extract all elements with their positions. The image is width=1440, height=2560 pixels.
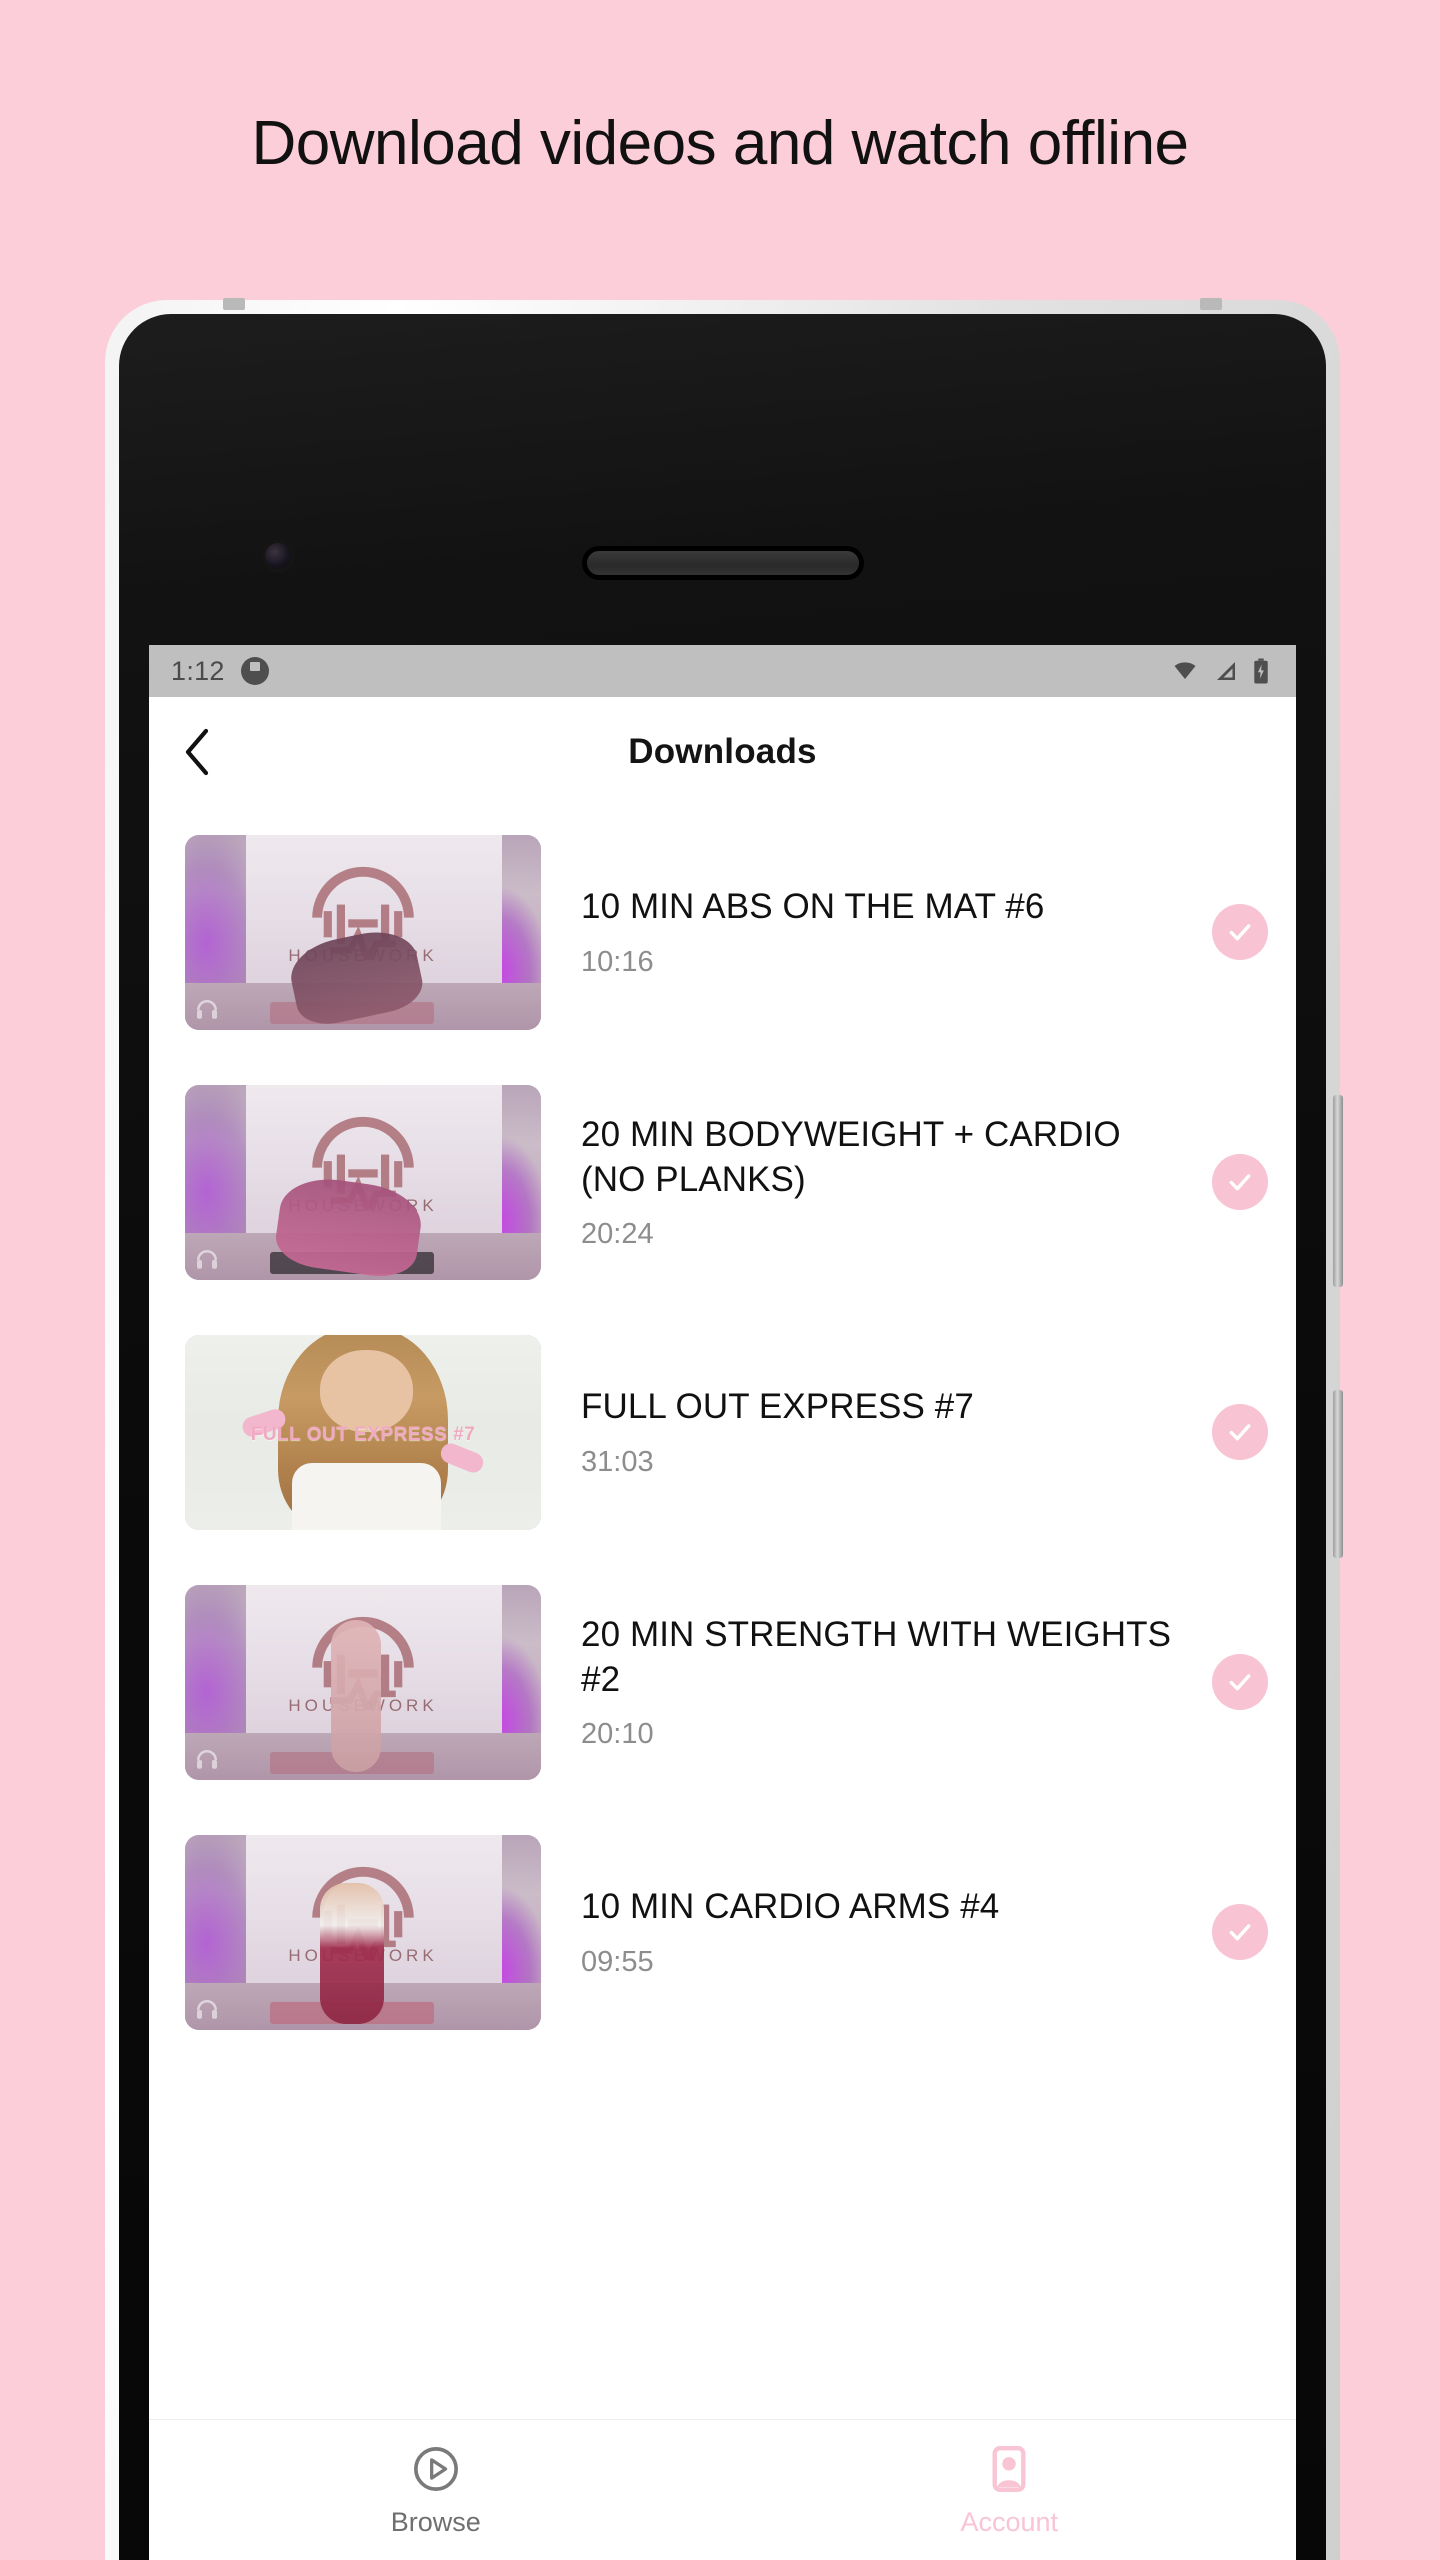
status-bar: 1:12 <box>149 645 1296 697</box>
video-duration: 20:24 <box>581 1218 654 1251</box>
page-title: Download videos and watch offline <box>251 109 1189 178</box>
video-title: FULL OUT EXPRESS #7 <box>581 1387 974 1427</box>
tab-account-label: Account <box>960 2507 1059 2537</box>
video-thumbnail[interactable]: HOUSEWORK <box>185 1584 541 1780</box>
phone-mockup: 1:12 Downloads 10 MIN ABS ON THE MAT #6 … <box>105 298 1343 2560</box>
app-bar-title: Downloads <box>628 732 817 771</box>
video-duration: 31:03 <box>581 1445 654 1478</box>
account-card-icon <box>992 2446 1026 2492</box>
status-time: 1:12 <box>171 655 225 686</box>
thumbnail-art-studio: HOUSEWORK <box>185 834 541 1030</box>
table-row[interactable]: FULL OUT EXPRESS #7 FULL OUT EXPRESS #7 … <box>149 1307 1296 1557</box>
earpiece-speaker <box>586 551 859 575</box>
video-title: 20 MIN STRENGTH WITH WEIGHTS #2 <box>581 1614 1172 1699</box>
video-info: 10 MIN CARDIO ARMS #4 09:55 <box>541 1885 1212 1979</box>
back-button[interactable] <box>149 697 245 807</box>
watermark-icon <box>197 999 217 1019</box>
status-icons <box>1170 658 1280 684</box>
thumbnail-art-studio: HOUSEWORK <box>185 1584 541 1780</box>
wifi-icon <box>1174 662 1196 679</box>
power-button[interactable] <box>1333 1390 1343 1558</box>
tab-browse-label: Browse <box>390 2507 481 2537</box>
table-row[interactable]: HOUSEWORK 10 MIN ABS ON THE MAT #6 10:16 <box>149 807 1296 1057</box>
tab-account[interactable]: Account <box>723 2420 1297 2560</box>
antenna-nub-left <box>223 298 245 310</box>
downloads-list: HOUSEWORK 10 MIN ABS ON THE MAT #6 10:16 <box>149 807 1296 2057</box>
check-circle-icon[interactable] <box>1212 904 1268 960</box>
check-circle-icon[interactable] <box>1212 1404 1268 1460</box>
thumbnail-art-studio: HOUSEWORK <box>185 1084 541 1280</box>
watermark-icon <box>197 1999 217 2019</box>
table-row[interactable]: HOUSEWORK 20 MIN STRENGTH WITH WEIGHTS #… <box>149 1557 1296 1807</box>
notification-icon <box>240 657 269 685</box>
video-title: 20 MIN BODYWEIGHT + CARDIO (NO PLANKS) <box>581 1114 1121 1199</box>
battery-charging-icon <box>1254 658 1268 684</box>
front-camera-icon <box>265 543 291 569</box>
tab-browse[interactable]: Browse <box>149 2420 723 2560</box>
video-duration: 20:10 <box>581 1718 654 1751</box>
video-duration: 10:16 <box>581 945 654 978</box>
table-row[interactable]: HOUSEWORK 10 MIN CARDIO ARMS #4 09:55 <box>149 1807 1296 2057</box>
list-empty-space <box>149 2057 1296 2419</box>
video-info: 20 MIN BODYWEIGHT + CARDIO (NO PLANKS) 2… <box>541 1113 1212 1252</box>
check-circle-icon[interactable] <box>1212 1654 1268 1710</box>
video-title: 10 MIN ABS ON THE MAT #6 <box>581 887 1045 927</box>
check-circle-icon[interactable] <box>1212 1904 1268 1960</box>
volume-button[interactable] <box>1333 1095 1343 1287</box>
app-bar: Downloads <box>149 697 1296 807</box>
video-thumbnail[interactable]: HOUSEWORK <box>185 1084 541 1280</box>
check-circle-icon[interactable] <box>1212 1154 1268 1210</box>
video-thumbnail[interactable]: HOUSEWORK <box>185 1834 541 2030</box>
video-info: FULL OUT EXPRESS #7 31:03 <box>541 1385 1212 1479</box>
table-row[interactable]: HOUSEWORK 20 MIN BODYWEIGHT + CARDIO (NO… <box>149 1057 1296 1307</box>
phone-screen: 1:12 Downloads 10 MIN ABS ON THE MAT #6 … <box>149 645 1296 2560</box>
cell-signal-icon <box>1217 662 1235 680</box>
video-title: 10 MIN CARDIO ARMS #4 <box>581 1887 1000 1927</box>
video-info: 10 MIN ABS ON THE MAT #6 10:16 <box>541 885 1212 979</box>
play-circle-icon <box>413 2447 458 2491</box>
thumbnail-logo-text: FULL OUT EXPRESS #7 <box>250 1424 476 1446</box>
video-thumbnail[interactable]: HOUSEWORK <box>185 834 541 1030</box>
chevron-left-icon <box>185 728 209 776</box>
watermark-icon <box>197 1749 217 1769</box>
video-info: 20 MIN STRENGTH WITH WEIGHTS #2 20:10 <box>541 1613 1212 1752</box>
watermark-icon <box>197 1249 217 1269</box>
promo-screenshot: Download videos and watch offline 1:12 D… <box>0 0 1440 2560</box>
thumbnail-art-studio: HOUSEWORK <box>185 1834 541 2030</box>
video-duration: 09:55 <box>581 1945 654 1978</box>
bottom-tab-bar: Browse Account <box>149 2419 1296 2560</box>
thumbnail-art-portrait: FULL OUT EXPRESS #7 <box>185 1334 541 1530</box>
video-thumbnail[interactable]: FULL OUT EXPRESS #7 <box>185 1334 541 1530</box>
antenna-nub-right <box>1200 298 1222 310</box>
